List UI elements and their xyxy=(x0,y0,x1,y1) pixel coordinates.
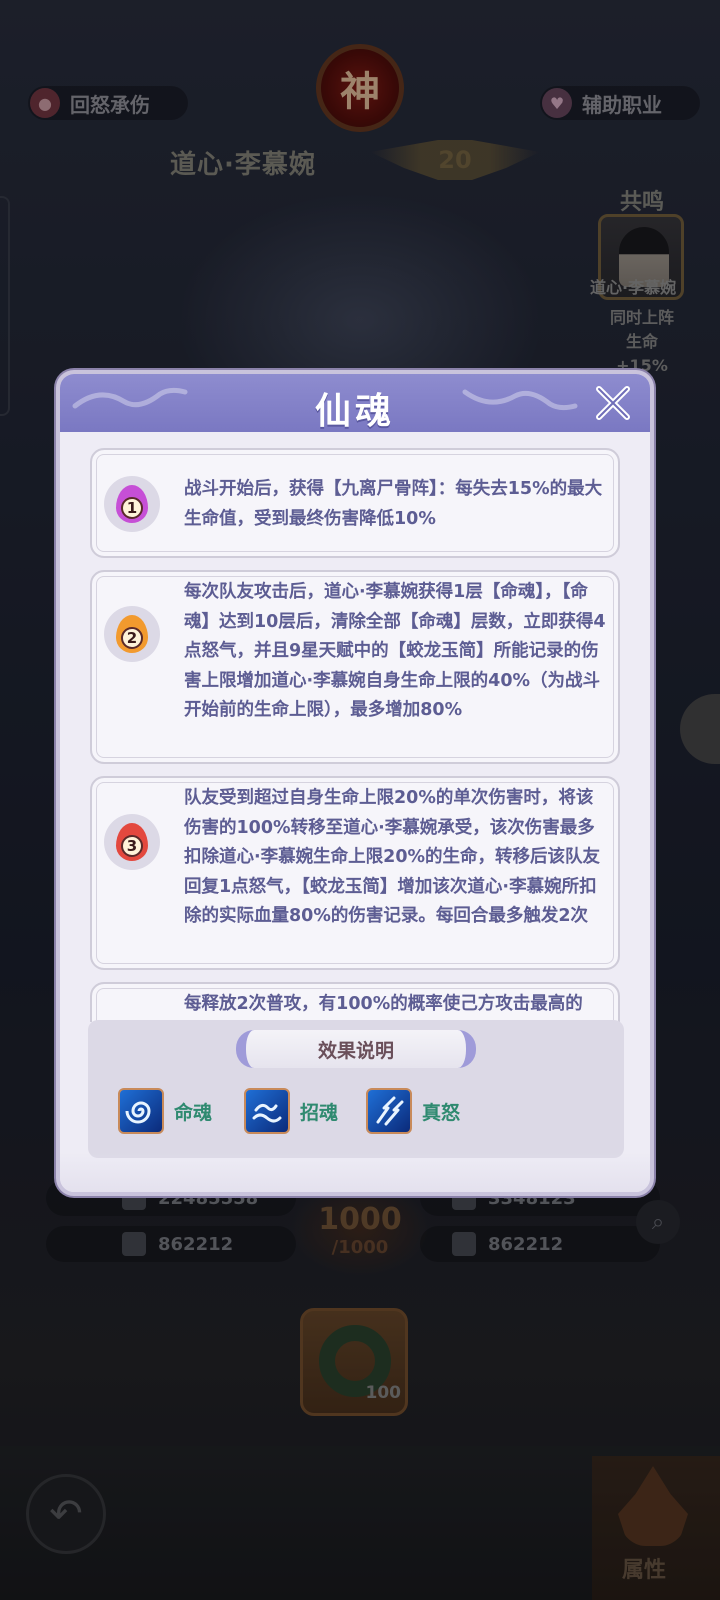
entry-text: 队友受到超过自身生命上限20%的单次伤害时，将该伤害的100%转移至道心·李慕婉… xyxy=(184,788,601,926)
entry-text: 每释放2次普攻，有100%的概率使己方攻击最高的 xyxy=(184,994,583,1014)
soul-drop-icon: 2 xyxy=(116,615,148,653)
wave-icon xyxy=(244,1088,290,1134)
effect-true-rage[interactable]: 真怒 xyxy=(366,1088,460,1134)
effect-summon-soul[interactable]: 招魂 xyxy=(244,1088,338,1134)
entry-text: 每次队友攻击后，道心·李慕婉获得1层【命魂】，【命魂】达到10层后，清除全部【命… xyxy=(184,582,606,720)
effect-label: 命魂 xyxy=(174,1101,213,1124)
list-item: 1 战斗开始后，获得【九离尸骨阵】：每失去15%的最大生命值，受到最终伤害降低1… xyxy=(90,448,620,558)
entry-number: 3 xyxy=(121,835,143,857)
list-item: 2 每次队友攻击后，道心·李慕婉获得1层【命魂】，【命魂】达到10层后，清除全部… xyxy=(90,570,620,764)
effect-life-soul[interactable]: 命魂 xyxy=(118,1088,212,1134)
entry-number-badge: 1 xyxy=(104,476,160,532)
list-item: 3 队友受到超过自身生命上限20%的单次伤害时，将该伤害的100%转移至道心·李… xyxy=(90,776,620,970)
effect-label: 真怒 xyxy=(422,1101,461,1124)
entry-number: 2 xyxy=(121,627,143,649)
entry-number-badge: 3 xyxy=(104,814,160,870)
soul-drop-icon: 3 xyxy=(116,823,148,861)
entry-text: 战斗开始后，获得【九离尸骨阵】：每失去15%的最大生命值，受到最终伤害降低10% xyxy=(184,479,603,529)
soul-drop-icon: 1 xyxy=(116,485,148,523)
dialog-title: 仙魂 xyxy=(314,391,395,432)
list-item: 每释放2次普攻，有100%的概率使己方攻击最高的 xyxy=(90,982,620,1022)
close-button[interactable] xyxy=(590,380,636,426)
dialog-footer-decoration xyxy=(60,1152,650,1192)
entry-number-badge: 2 xyxy=(104,606,160,662)
spiral-icon xyxy=(118,1088,164,1134)
effects-title: 效果说明 xyxy=(236,1030,476,1068)
effects-panel: 效果说明 命魂 招魂 真怒 xyxy=(88,1020,624,1158)
burst-icon xyxy=(366,1088,412,1134)
soul-entries-list[interactable]: 1 战斗开始后，获得【九离尸骨阵】：每失去15%的最大生命值，受到最终伤害降低1… xyxy=(88,444,624,1022)
effect-label: 招魂 xyxy=(300,1101,339,1124)
close-icon xyxy=(596,386,630,420)
entry-number: 1 xyxy=(121,497,143,519)
soul-dialog: 仙魂 1 战斗开始后，获得【九离尸骨阵】：每失去15%的最大生命值，受到最终伤害… xyxy=(56,370,654,1196)
